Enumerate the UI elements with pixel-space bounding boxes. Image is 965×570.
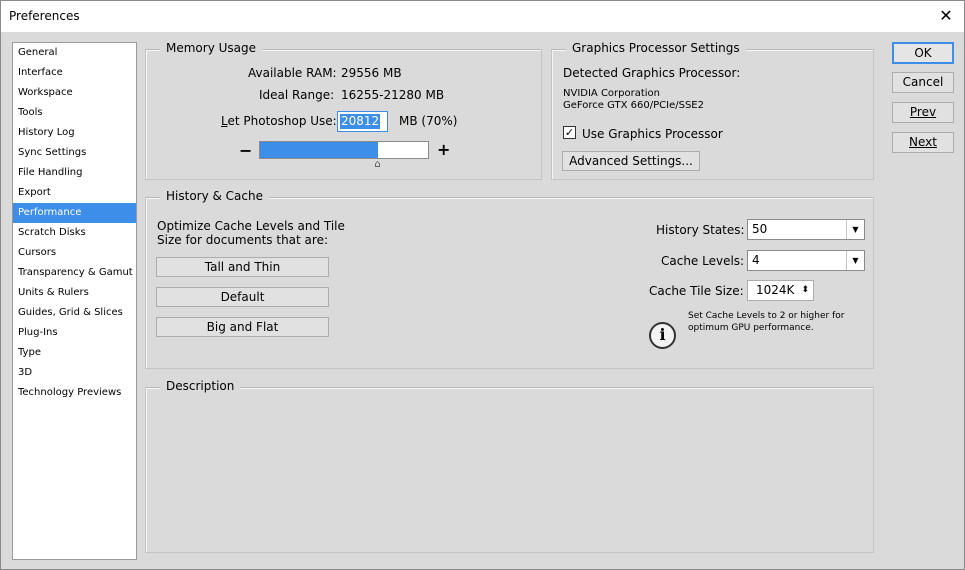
prev-button[interactable]: Prev (892, 102, 954, 123)
optimize-text-line2: Size for documents that are: (157, 233, 329, 247)
sidebar-item-technology-previews[interactable]: Technology Previews (13, 383, 136, 403)
description-group: Description (145, 379, 874, 553)
available-ram-value: 29556 MB (341, 66, 402, 80)
use-gpu-checkbox[interactable]: ✓ (563, 126, 576, 139)
prev-button-label: Prev (909, 105, 937, 119)
sidebar-item-export[interactable]: Export (13, 183, 136, 203)
ram-slider-thumb[interactable]: ⌂ (372, 159, 384, 171)
ram-slider-fill (260, 142, 378, 158)
sidebar-item-tools[interactable]: Tools (13, 103, 136, 123)
sidebar-item-guides-grid-slices[interactable]: Guides, Grid & Slices (13, 303, 136, 323)
ok-button-label: OK (914, 46, 932, 60)
description-title: Description (160, 379, 241, 393)
available-ram-label: Available RAM: (248, 66, 337, 80)
sidebar-item-sync-settings[interactable]: Sync Settings (13, 143, 136, 163)
advanced-settings-button[interactable]: Advanced Settings... (562, 151, 700, 171)
history-states-label: History States: (656, 223, 745, 237)
ram-usage-value: 20812 (340, 114, 381, 129)
ok-button[interactable]: OK (892, 42, 954, 64)
sidebar-item-performance[interactable]: Performance (13, 203, 136, 223)
let-photoshop-use-label: Let Photoshop Use: (221, 114, 337, 128)
preferences-window: Preferences ✕ General Interface Workspace T… (0, 0, 965, 570)
tall-and-thin-button[interactable]: Tall and Thin (156, 257, 329, 277)
cache-tile-size-label: Cache Tile Size: (649, 284, 744, 298)
ram-usage-input[interactable]: 20812 (337, 111, 388, 132)
info-icon: i (649, 322, 676, 349)
cache-levels-dropdown-icon[interactable]: ▼ (846, 251, 864, 270)
cache-tile-size-value: 1024K (756, 283, 795, 297)
gpu-settings-title: Graphics Processor Settings (566, 41, 746, 55)
cancel-button-label: Cancel (902, 75, 944, 89)
ram-usage-suffix: MB (70%) (399, 114, 458, 128)
title-bar: Preferences ✕ (1, 1, 964, 32)
cache-levels-label: Cache Levels: (661, 254, 745, 268)
sidebar-item-units-rulers[interactable]: Units & Rulers (13, 283, 136, 303)
cache-levels-value: 4 (752, 253, 760, 267)
ram-decrease-button[interactable]: − (239, 141, 252, 160)
optimize-text-line1: Optimize Cache Levels and Tile (157, 219, 345, 233)
detected-gpu-label: Detected Graphics Processor: (563, 66, 741, 80)
next-button-label: Next (909, 135, 937, 149)
spinner-icon: ⬍ (801, 285, 809, 295)
history-states-field[interactable]: 50 ▼ (747, 219, 865, 240)
history-cache-title: History & Cache (160, 189, 269, 203)
gpu-vendor: NVIDIA Corporation (563, 88, 661, 99)
ram-increase-button[interactable]: + (437, 140, 450, 159)
cache-levels-field[interactable]: 4 ▼ (747, 250, 865, 271)
sidebar-item-cursors[interactable]: Cursors (13, 243, 136, 263)
sidebar-item-file-handling[interactable]: File Handling (13, 163, 136, 183)
sidebar-item-workspace[interactable]: Workspace (13, 83, 136, 103)
ideal-range-label: Ideal Range: (259, 88, 335, 102)
big-and-flat-button[interactable]: Big and Flat (156, 317, 329, 337)
window-title: Preferences (9, 9, 80, 23)
history-states-dropdown-icon[interactable]: ▼ (846, 220, 864, 239)
sidebar: General Interface Workspace Tools History Lo… (12, 42, 137, 560)
gpu-tip-line2: optimum GPU performance. (688, 323, 814, 333)
sidebar-item-3d[interactable]: 3D (13, 363, 136, 383)
ideal-range-value: 16255-21280 MB (341, 88, 445, 102)
use-gpu-label[interactable]: Use Graphics Processor (582, 127, 723, 141)
sidebar-item-type[interactable]: Type (13, 343, 136, 363)
history-states-value: 50 (752, 222, 768, 236)
sidebar-item-general[interactable]: General (13, 43, 136, 63)
gpu-model: GeForce GTX 660/PCIe/SSE2 (563, 100, 704, 111)
ram-slider[interactable] (259, 141, 429, 159)
default-button[interactable]: Default (156, 287, 329, 307)
next-button[interactable]: Next (892, 132, 954, 153)
sidebar-item-transparency-gamut[interactable]: Transparency & Gamut (13, 263, 136, 283)
sidebar-item-history-log[interactable]: History Log (13, 123, 136, 143)
sidebar-item-scratch-disks[interactable]: Scratch Disks (13, 223, 136, 243)
gpu-tip-line1: Set Cache Levels to 2 or higher for (688, 311, 845, 321)
cancel-button[interactable]: Cancel (892, 72, 954, 93)
cache-tile-size-select[interactable]: 1024K ⬍ (747, 280, 814, 301)
sidebar-item-plug-ins[interactable]: Plug-Ins (13, 323, 136, 343)
close-icon[interactable]: ✕ (934, 4, 958, 28)
memory-usage-title: Memory Usage (160, 41, 263, 55)
sidebar-item-interface[interactable]: Interface (13, 63, 136, 83)
